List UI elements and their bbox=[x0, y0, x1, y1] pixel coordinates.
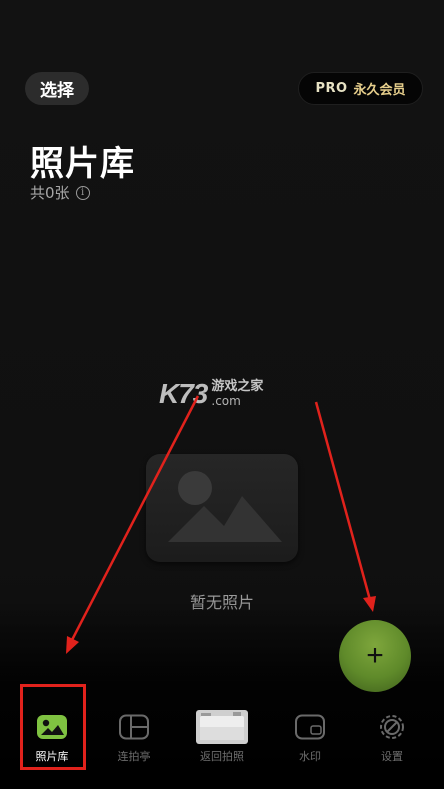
watermark-site-com: .com bbox=[211, 394, 241, 408]
empty-state-message: 暂无照片 bbox=[189, 593, 254, 612]
tab-settings-label: 设置 bbox=[381, 750, 403, 763]
watermark-icon bbox=[294, 712, 326, 742]
tab-watermark[interactable]: 水印 bbox=[270, 690, 350, 780]
site-watermark: K73 游戏之家 .com bbox=[159, 378, 263, 410]
pro-membership-button[interactable]: PRO 永久会员 bbox=[298, 72, 423, 105]
info-icon[interactable]: i bbox=[75, 185, 90, 200]
bottom-tab-bar: 照片库 连拍亭 返回拍照 水印 设置 bbox=[0, 690, 444, 780]
tab-burst-booth-label: 连拍亭 bbox=[117, 750, 151, 763]
burst-booth-icon bbox=[118, 712, 150, 742]
tab-return-camera[interactable]: 返回拍照 bbox=[182, 690, 262, 780]
annotation-arrow-right-line bbox=[314, 401, 372, 601]
image-placeholder-icon bbox=[168, 471, 282, 542]
pro-label: PRO bbox=[315, 81, 348, 96]
tab-return-camera-label: 返回拍照 bbox=[200, 750, 244, 763]
select-button[interactable]: 选择 bbox=[25, 72, 89, 105]
plus-icon: + bbox=[366, 639, 384, 672]
tab-watermark-label: 水印 bbox=[299, 750, 321, 763]
page-title: 照片库 bbox=[30, 144, 135, 184]
watermark-site-cn: 游戏之家 bbox=[211, 379, 264, 394]
add-photo-button[interactable]: + bbox=[339, 620, 411, 692]
empty-photo-placeholder bbox=[146, 454, 298, 562]
member-label: 永久会员 bbox=[353, 83, 406, 98]
annotation-arrow-left-head bbox=[66, 636, 79, 654]
app-screen: 选择 PRO 永久会员 照片库 共0张 i K73 游戏之家 .com 暂无照片… bbox=[0, 0, 444, 789]
photo-count: 共0张 i bbox=[30, 182, 90, 203]
watermark-brand: K73 bbox=[159, 378, 208, 409]
tab-photo-library-label: 照片库 bbox=[35, 750, 69, 763]
settings-icon bbox=[377, 712, 407, 742]
camera-return-icon bbox=[195, 710, 249, 744]
tab-photo-library[interactable]: 照片库 bbox=[12, 690, 92, 780]
photo-library-icon bbox=[36, 712, 68, 742]
photo-count-text: 共0张 bbox=[30, 184, 70, 202]
tab-settings[interactable]: 设置 bbox=[352, 690, 432, 780]
tab-burst-booth[interactable]: 连拍亭 bbox=[94, 690, 174, 780]
